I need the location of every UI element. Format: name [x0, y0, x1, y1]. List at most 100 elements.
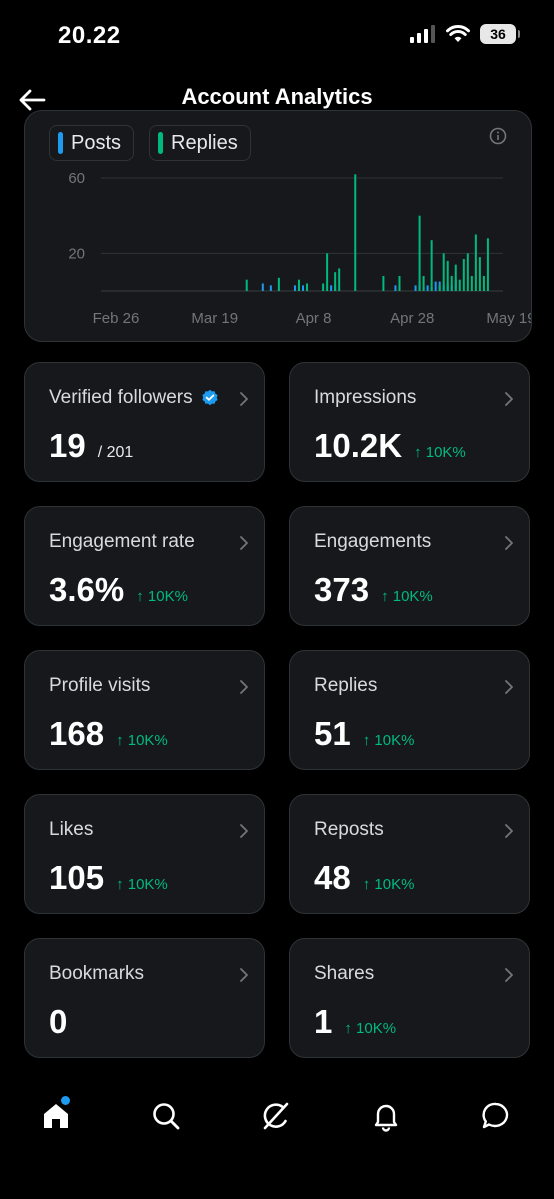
chevron-right-icon — [505, 536, 513, 550]
y-tick-label: 20 — [68, 245, 85, 262]
card-value: 3.6% — [49, 571, 125, 608]
bar-replies — [326, 253, 329, 291]
chevron-right-icon — [240, 680, 248, 694]
bar-replies — [338, 268, 341, 291]
chevron-right-icon — [505, 824, 513, 838]
card-value: 48 — [314, 859, 351, 896]
card-likes[interactable]: Likes 105 ↑ 10K% — [24, 794, 265, 914]
bar-replies — [454, 264, 457, 291]
bar-replies — [418, 215, 421, 291]
chevron-right-icon — [240, 968, 248, 982]
verified-badge-icon — [202, 389, 218, 406]
bar-posts — [293, 285, 296, 291]
card-label: Verified followers — [49, 387, 193, 408]
card-change: ↑ 10K% — [381, 588, 433, 605]
card-change: ↑ 10K% — [116, 876, 168, 893]
bar-replies — [478, 257, 481, 291]
card-replies[interactable]: Replies 51 ↑ 10K% — [289, 650, 530, 770]
bar-posts — [394, 285, 397, 291]
card-change: ↑ 10K% — [136, 588, 188, 605]
status-bar: 20.22 36 — [0, 0, 554, 72]
card-total: / 201 — [97, 444, 134, 461]
card-change: ↑ 10K% — [414, 444, 466, 461]
card-value: 0 — [49, 1003, 68, 1040]
tab-home[interactable] — [26, 1086, 86, 1146]
bar-replies — [438, 285, 441, 291]
bottom-tab-bar — [0, 1080, 554, 1150]
card-profile-visits[interactable]: Profile visits 168 ↑ 10K% — [24, 650, 265, 770]
tab-grok[interactable] — [246, 1086, 306, 1146]
x-tick-label: Mar 19 — [191, 310, 238, 327]
card-engagement-rate[interactable]: Engagement rate 3.6% ↑ 10K% — [24, 506, 265, 626]
bar-posts — [330, 285, 333, 291]
card-engagements[interactable]: Engagements 373 ↑ 10K% — [289, 506, 530, 626]
card-value: 168 — [49, 715, 105, 752]
tab-messages[interactable] — [466, 1086, 526, 1146]
status-time: 20.22 — [58, 22, 121, 49]
bar-replies — [306, 283, 309, 291]
bar-replies — [354, 174, 357, 291]
card-label: Replies — [314, 675, 378, 696]
card-change: ↑ 10K% — [362, 876, 415, 893]
card-value: 51 — [314, 715, 351, 752]
bar-replies — [446, 260, 449, 291]
card-change: ↑ 10K% — [344, 1020, 397, 1037]
bar-replies — [430, 240, 433, 291]
home-icon — [44, 1104, 68, 1128]
bar-posts — [261, 283, 264, 291]
messages-icon — [482, 1102, 509, 1129]
tab-notifications[interactable] — [356, 1086, 416, 1146]
y-tick-label: 60 — [68, 170, 85, 187]
card-label: Reposts — [314, 819, 384, 840]
card-label: Shares — [314, 963, 375, 984]
bar-replies — [382, 275, 385, 291]
chevron-right-icon — [505, 968, 513, 982]
card-change: ↑ 10K% — [362, 732, 415, 749]
card-bookmarks[interactable]: Bookmarks 0 — [24, 938, 265, 1058]
chevron-right-icon — [240, 536, 248, 550]
bar-replies — [442, 253, 445, 291]
bar-replies — [334, 272, 337, 291]
chart-canvas: 60 20 Feb 26 Mar 19 Apr 8 Apr 28 May 19 — [68, 170, 531, 327]
wifi-icon — [446, 25, 470, 42]
bar-posts — [414, 285, 417, 291]
notification-dot — [61, 1096, 70, 1105]
bar-replies — [277, 277, 280, 291]
page-title: Account Analytics — [181, 84, 373, 109]
x-tick-label: Apr 8 — [296, 310, 332, 327]
card-impressions[interactable]: Impressions 10.2K ↑ 10K% — [289, 362, 530, 482]
card-value: 10.2K — [314, 427, 403, 464]
card-reposts[interactable]: Reposts 48 ↑ 10K% — [289, 794, 530, 914]
card-change: ↑ 10K% — [116, 732, 168, 749]
card-value: 19 — [49, 427, 86, 464]
bar-replies — [470, 275, 473, 291]
search-icon — [153, 1103, 180, 1130]
chevron-right-icon — [505, 392, 513, 406]
activity-chart-card: Posts Replies 60 20 Feb 26 Mar 19 Apr 8 Apr 2… — [24, 110, 532, 342]
bar-replies — [422, 275, 425, 291]
bar-replies — [482, 275, 485, 291]
battery-indicator: 36 — [480, 24, 520, 44]
bar-posts — [269, 285, 272, 291]
bar-posts — [302, 285, 304, 291]
card-shares[interactable]: Shares 1 ↑ 10K% — [289, 938, 530, 1058]
card-label: Bookmarks — [49, 963, 145, 984]
card-label: Engagements — [314, 531, 432, 552]
tab-search[interactable] — [136, 1086, 196, 1146]
x-tick-label: Feb 26 — [93, 310, 140, 327]
bar-replies — [474, 234, 477, 291]
card-label: Likes — [49, 819, 94, 840]
bar-posts — [434, 281, 437, 291]
card-value: 105 — [49, 859, 105, 896]
bar-posts — [426, 285, 429, 291]
bar-replies — [466, 253, 469, 291]
bar-replies — [398, 275, 401, 291]
card-verified-followers[interactable]: Verified followers 19 / 201 — [24, 362, 265, 482]
chevron-right-icon — [240, 392, 248, 406]
bar-replies — [486, 238, 489, 291]
bar-replies — [462, 259, 465, 291]
stats-grid: Verified followers 19 / 201 Impressions … — [24, 362, 530, 1058]
bar-replies — [458, 279, 461, 291]
card-label: Impressions — [314, 387, 417, 408]
chevron-right-icon — [240, 824, 248, 838]
